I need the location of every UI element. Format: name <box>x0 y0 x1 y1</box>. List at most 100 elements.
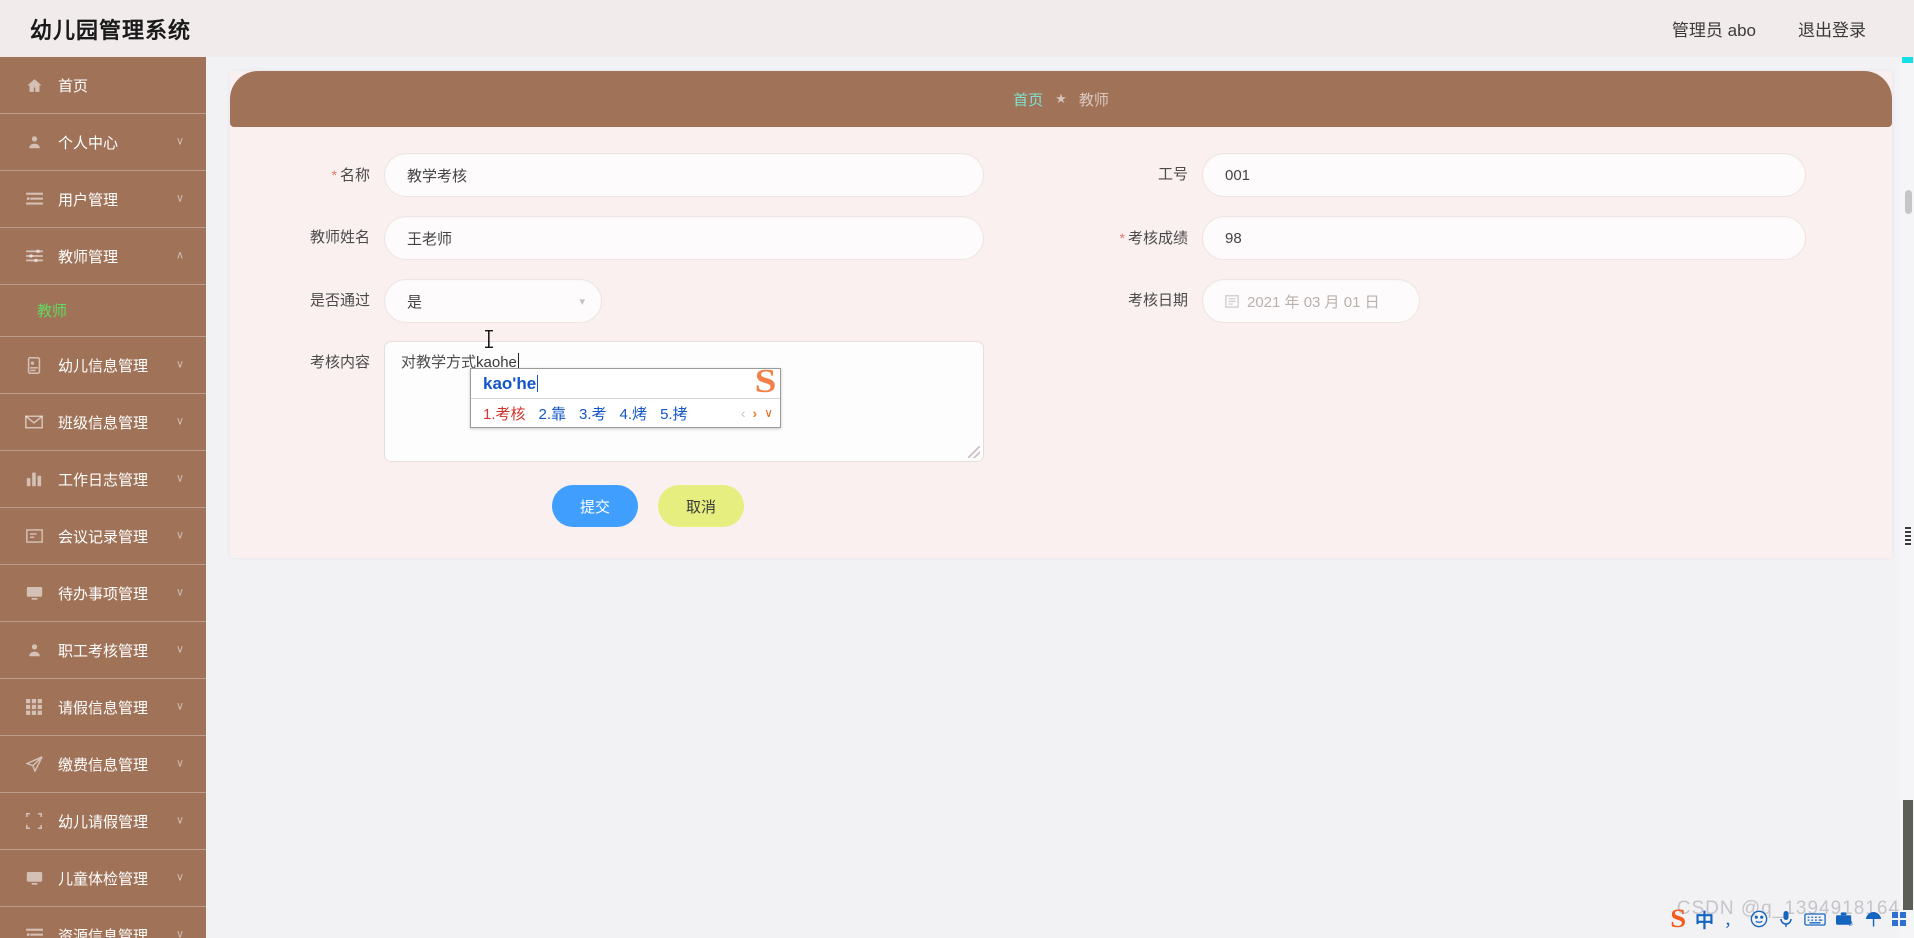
sidebar-item-child-checkup-management[interactable]: 儿童体检管理 ∨ <box>0 850 206 907</box>
ime-status-tray[interactable]: S 中 ， B <box>1670 902 1906 936</box>
sidebar-item-teacher-management[interactable]: 教师管理 ∧ <box>0 228 206 285</box>
ime-mode-toggle[interactable]: 中 <box>1695 906 1714 933</box>
toolbox-icon[interactable]: B <box>1836 911 1855 927</box>
ime-candidate-item[interactable]: 3.考 <box>579 403 607 424</box>
field-label-teacher-name: 教师姓名 <box>309 229 370 246</box>
date-picker[interactable]: 2021 年 03 月 01 日 <box>1202 279 1420 323</box>
current-user[interactable]: 管理员 abo <box>1672 16 1756 41</box>
page-scrollbar[interactable] <box>1900 57 1914 938</box>
sidebar-item-child-leave-management[interactable]: 幼儿请假管理 ∨ <box>0 793 206 850</box>
breadcrumb-home[interactable]: 首页 <box>1013 89 1043 110</box>
sidebar-item-label: 资源信息管理 <box>58 927 149 938</box>
cancel-button[interactable]: 取消 <box>658 485 744 527</box>
ime-prev-page-icon[interactable]: ‹ <box>741 405 746 421</box>
required-marker: * <box>331 167 337 183</box>
score-input[interactable]: 98 <box>1202 216 1806 260</box>
sidebar-item-personal-center[interactable]: 个人中心 ∨ <box>0 114 206 171</box>
submit-button[interactable]: 提交 <box>552 485 638 527</box>
chevron-down-icon: ∨ <box>175 135 184 148</box>
header-actions: 管理员 abo 退出登录 <box>1672 16 1866 41</box>
field-label-content: 考核内容 <box>309 354 370 371</box>
chevron-down-icon: ∨ <box>175 928 184 938</box>
grid-icon[interactable] <box>1892 912 1906 926</box>
field-passed: 是否通过 是 ▾ <box>276 279 602 323</box>
field-job-no: 工号 001 <box>1094 153 1806 198</box>
sogou-logo-icon: S <box>754 363 777 400</box>
scrollbar-thumb[interactable] <box>1905 190 1912 214</box>
chevron-down-icon: ∨ <box>175 358 184 371</box>
monitor-icon <box>24 583 44 603</box>
name-input-value: 教学考核 <box>407 167 468 185</box>
sidebar-item-leave-info-management[interactable]: 请假信息管理 ∨ <box>0 679 206 736</box>
chevron-down-icon: ∨ <box>175 700 184 713</box>
sidebar-item-meeting-record-management[interactable]: 会议记录管理 ∨ <box>0 508 206 565</box>
mouse-cursor-icon <box>484 329 494 349</box>
sidebar-item-label: 请假信息管理 <box>58 699 149 717</box>
sidebar-item-label: 儿童体检管理 <box>58 870 149 888</box>
chevron-down-icon: ∨ <box>175 472 184 485</box>
app-title: 幼儿园管理系统 <box>30 17 192 43</box>
sidebar-item-label: 待办事项管理 <box>58 585 149 603</box>
sidebar-item-todo-management[interactable]: 待办事项管理 ∨ <box>0 565 206 622</box>
teacher-name-input-value: 王老师 <box>407 230 453 248</box>
scrollbar-bottom-thumb[interactable] <box>1903 800 1913 910</box>
sidebar-nav[interactable]: 首页 个人中心 ∨ 用户管理 ∨ 教师管理 ∧ 教师 幼儿信息管理 ∨ 班级信息… <box>0 57 206 938</box>
ime-candidate-item[interactable]: 2.靠 <box>539 403 567 424</box>
ime-candidate-item[interactable]: 5.拷 <box>660 403 688 424</box>
ime-expand-icon[interactable]: ∨ <box>764 406 773 420</box>
sidebar-item-label: 幼儿信息管理 <box>58 357 149 375</box>
sidebar-item-label: 首页 <box>58 77 89 95</box>
field-label-date: 考核日期 <box>1127 292 1188 309</box>
required-marker: * <box>1119 230 1125 246</box>
sidebar-item-label: 班级信息管理 <box>58 414 149 432</box>
list-icon <box>24 925 44 938</box>
sidebar-item-child-info-management[interactable]: 幼儿信息管理 ∨ <box>0 337 206 394</box>
sidebar-item-label: 工作日志管理 <box>58 471 149 489</box>
sidebar-item-home[interactable]: 首页 <box>0 57 206 114</box>
sidebar-item-payment-info-management[interactable]: 缴费信息管理 ∨ <box>0 736 206 793</box>
ime-pinyin-text: kao'he <box>483 373 537 393</box>
sidebar-item-worklog-management[interactable]: 工作日志管理 ∨ <box>0 451 206 508</box>
sidebar-item-label: 职工考核管理 <box>58 642 149 660</box>
scrollbar-mark <box>1905 527 1911 547</box>
field-date: 考核日期 2021 年 03 月 01 日 <box>1094 279 1420 323</box>
calendar-icon <box>1225 294 1239 308</box>
teacher-name-input[interactable]: 王老师 <box>384 216 984 260</box>
smiley-icon[interactable] <box>1750 910 1768 928</box>
field-name: * 名称 教学考核 <box>276 153 984 198</box>
microphone-icon[interactable] <box>1778 910 1794 928</box>
ime-next-page-icon[interactable]: › <box>753 405 758 421</box>
star-icon: ★ <box>1055 91 1067 106</box>
ime-candidate-item[interactable]: 1.考核 <box>483 403 526 424</box>
form-actions: 提交 取消 <box>230 485 1892 527</box>
sidebar-item-user-management[interactable]: 用户管理 ∨ <box>0 171 206 228</box>
sidebar-subitem-label: 教师 <box>37 303 68 320</box>
chevron-down-icon: ∨ <box>175 192 184 205</box>
logout-button[interactable]: 退出登录 <box>1798 16 1866 41</box>
svg-text:B: B <box>1848 921 1853 927</box>
field-teacher-name: 教师姓名 王老师 <box>276 216 984 261</box>
sidebar-item-class-info-management[interactable]: 班级信息管理 ∨ <box>0 394 206 451</box>
ime-candidate-popup[interactable]: kao'he S 1.考核 2.靠 3.考 4.烤 5.拷 ‹ › ∨ <box>470 365 781 428</box>
punctuation-toggle-icon[interactable]: ， <box>1724 907 1740 931</box>
content-committed-text: 对教学方式 <box>401 354 477 371</box>
passed-select[interactable]: 是 ▾ <box>384 279 602 323</box>
sidebar-item-teacher[interactable]: 教师 <box>0 285 206 337</box>
sidebar-item-label: 教师管理 <box>58 248 119 266</box>
keyboard-icon[interactable] <box>1804 912 1826 927</box>
app-root: 幼儿园管理系统 管理员 abo 退出登录 首页 个人中心 ∨ 用户管理 ∨ 教师… <box>0 0 1914 938</box>
job-no-input[interactable]: 001 <box>1202 153 1806 197</box>
sogou-tray-logo-icon[interactable]: S <box>1670 906 1686 932</box>
sliders-icon <box>24 246 44 266</box>
job-no-input-value: 001 <box>1225 166 1251 184</box>
envelope-icon <box>24 412 44 432</box>
name-input[interactable]: 教学考核 <box>384 153 984 197</box>
field-content: 考核内容 对教学方式kaohe kao'he S 1.考核 2.靠 3.考 4.… <box>276 330 984 462</box>
sidebar-item-staff-assessment-management[interactable]: 职工考核管理 ∨ <box>0 622 206 679</box>
umbrella-icon[interactable] <box>1865 911 1882 928</box>
ime-candidate-item[interactable]: 4.烤 <box>620 403 648 424</box>
chevron-down-icon: ▾ <box>579 295 585 308</box>
textarea-resize-handle[interactable] <box>968 446 980 458</box>
sidebar-item-resource-info-management[interactable]: 资源信息管理 ∨ <box>0 907 206 938</box>
ime-pinyin-bar: kao'he S <box>471 365 780 399</box>
